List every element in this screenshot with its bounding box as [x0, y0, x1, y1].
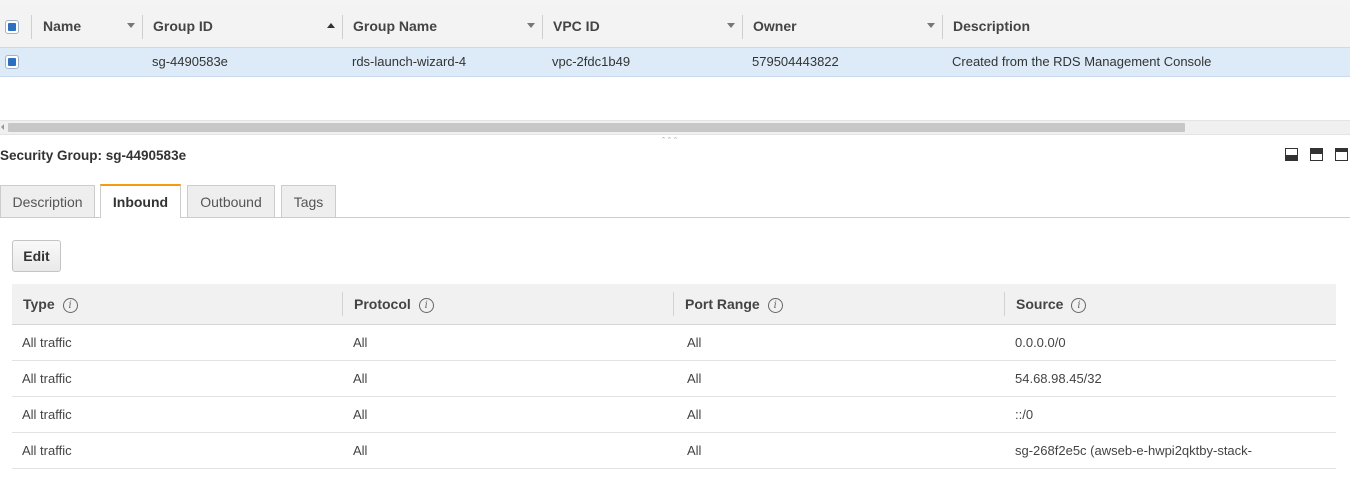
column-header-name[interactable]: Name — [43, 6, 81, 47]
column-separator — [542, 15, 543, 39]
sort-arrow-icon[interactable] — [927, 23, 935, 28]
cell-type: All traffic — [22, 443, 72, 458]
column-separator — [342, 15, 343, 39]
cell-source: sg-268f2e5c (awseb-e-hwpi2qktby-stack- — [1015, 443, 1252, 458]
cell-port-range: All — [687, 335, 702, 350]
sort-arrow-icon[interactable] — [727, 23, 735, 28]
column-separator — [742, 15, 743, 39]
inbound-rules-header: Type i Protocol i Port Range i Source i — [12, 284, 1336, 325]
cell-type: All traffic — [22, 371, 72, 386]
cell-source: 0.0.0.0/0 — [1015, 335, 1066, 350]
tab-tags[interactable]: Tags — [281, 185, 336, 217]
info-icon[interactable]: i — [1071, 297, 1087, 313]
table-row: All traffic All All 0.0.0.0/0 — [12, 325, 1336, 361]
info-icon[interactable]: i — [418, 297, 434, 313]
column-header-type-label: Type — [23, 296, 55, 312]
cell-protocol: All — [353, 407, 368, 422]
pane-maximize-icon[interactable] — [1335, 148, 1348, 161]
cell-description: Created from the RDS Management Console — [952, 54, 1212, 69]
column-separator — [1004, 292, 1005, 316]
row-checkbox[interactable] — [5, 55, 19, 69]
sort-ascending-icon[interactable] — [327, 23, 335, 28]
column-separator — [942, 15, 943, 39]
table-row[interactable]: sg-4490583e rds-launch-wizard-4 vpc-2fdc… — [0, 48, 1350, 77]
cell-protocol: All — [353, 443, 368, 458]
tab-inbound[interactable]: Inbound — [100, 184, 181, 218]
pane-split-icon[interactable] — [1310, 148, 1323, 161]
column-header-protocol: Protocol i — [354, 284, 434, 324]
cell-type: All traffic — [22, 407, 72, 422]
column-header-protocol-label: Protocol — [354, 296, 411, 312]
security-groups-grid-header: Name Group ID Group Name VPC ID Owner De… — [0, 6, 1350, 48]
column-separator — [342, 292, 343, 316]
cell-port-range: All — [687, 371, 702, 386]
cell-source: ::/0 — [1015, 407, 1034, 422]
column-header-group-id[interactable]: Group ID — [153, 6, 213, 47]
inbound-rules-table: Type i Protocol i Port Range i Source i All … — [12, 284, 1336, 469]
cell-group-name: rds-launch-wizard-4 — [352, 54, 467, 69]
cell-type: All traffic — [22, 335, 72, 350]
select-all-checkbox[interactable] — [5, 20, 19, 34]
cell-owner: 579504443822 — [752, 54, 839, 69]
tab-description[interactable]: Description — [0, 185, 95, 217]
ec2-security-groups-console: Name Group ID Group Name VPC ID Owner De… — [0, 0, 1350, 501]
pane-bottom-icon[interactable] — [1285, 148, 1298, 161]
column-header-port-range-label: Port Range — [685, 296, 760, 312]
column-header-source-label: Source — [1016, 296, 1064, 312]
column-separator — [673, 292, 674, 316]
column-separator — [142, 15, 143, 39]
cell-port-range: All — [687, 407, 702, 422]
column-header-owner[interactable]: Owner — [753, 6, 797, 47]
column-header-source: Source i — [1016, 284, 1087, 324]
info-icon[interactable]: i — [767, 297, 783, 313]
edit-button[interactable]: Edit — [12, 240, 61, 272]
sort-arrow-icon[interactable] — [527, 23, 535, 28]
cell-vpc-id: vpc-2fdc1b49 — [552, 54, 631, 69]
info-icon[interactable]: i — [62, 297, 78, 313]
cell-source: 54.68.98.45/32 — [1015, 371, 1102, 386]
detail-tabs: Description Inbound Outbound Tags — [0, 184, 1350, 218]
cell-group-id: sg-4490583e — [152, 54, 228, 69]
detail-pane-title: Security Group: sg-4490583e — [0, 148, 187, 163]
table-row: All traffic All All ::/0 — [12, 397, 1336, 433]
column-header-type: Type i — [23, 284, 78, 324]
table-row: All traffic All All sg-268f2e5c (awseb-e… — [12, 433, 1336, 469]
sort-arrow-icon[interactable] — [127, 23, 135, 28]
cell-protocol: All — [353, 371, 368, 386]
scroll-left-icon[interactable] — [1, 124, 4, 130]
horizontal-scrollbar[interactable] — [0, 120, 1350, 135]
column-header-group-name[interactable]: Group Name — [353, 6, 437, 47]
cell-port-range: All — [687, 443, 702, 458]
column-header-port-range: Port Range i — [685, 284, 783, 324]
cell-protocol: All — [353, 335, 368, 350]
column-header-vpc-id[interactable]: VPC ID — [553, 6, 600, 47]
column-header-description[interactable]: Description — [953, 6, 1030, 47]
pane-splitter-handle[interactable]: ˆˆˆ — [662, 137, 690, 146]
column-separator — [31, 15, 32, 39]
tab-outbound[interactable]: Outbound — [187, 185, 275, 217]
scrollbar-thumb[interactable] — [8, 123, 1185, 132]
pane-layout-controls — [1284, 148, 1350, 164]
table-row: All traffic All All 54.68.98.45/32 — [12, 361, 1336, 397]
